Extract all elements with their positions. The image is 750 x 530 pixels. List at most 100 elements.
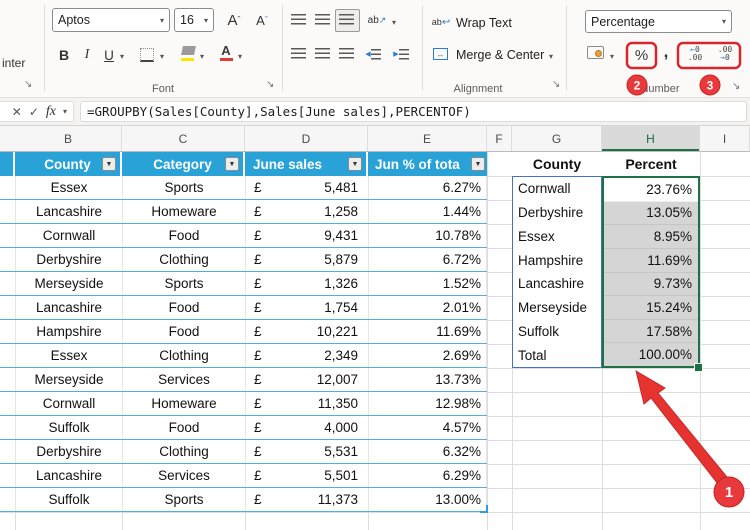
underline-button[interactable]: U [100,44,118,66]
cell-jun-pct[interactable]: 2.69% [368,344,487,367]
summary-county-cell[interactable]: Hampshire [513,248,601,272]
decrease-decimal-button[interactable]: .00→0 [712,46,738,62]
cell-jun-pct[interactable]: 1.44% [368,200,487,223]
cell-jun-pct[interactable]: 12.98% [368,392,487,415]
filter-icon[interactable]: ▼ [348,157,362,171]
clipboard-dialog-launcher-icon[interactable]: ↘ [24,80,32,90]
fill-handle[interactable] [694,363,703,372]
increase-font-size-icon[interactable]: Aˆ [222,9,246,31]
cell-jun-pct[interactable]: 6.32% [368,440,487,463]
summary-percent-cell[interactable]: 23.76% [604,178,698,202]
underline-dropdown-icon[interactable]: ▾ [120,52,124,61]
italic-button[interactable]: I [79,44,95,66]
cell-june-sales[interactable]: £4,000 [245,416,368,439]
cell-sliver[interactable] [0,272,15,295]
merge-center-dropdown-icon[interactable]: ▾ [549,52,553,61]
cell-jun-pct[interactable]: 11.69% [368,320,487,343]
cell-category[interactable]: Clothing [122,344,245,367]
cell-category[interactable]: Food [122,224,245,247]
summary-percent-cell[interactable]: 9.73% [604,273,698,297]
summary-percent-cell[interactable]: 15.24% [604,296,698,320]
cell-county[interactable]: Hampshire [15,320,122,343]
alignment-dialog-launcher-icon[interactable]: ↘ [552,80,560,90]
column-header-F[interactable]: F [487,126,512,151]
align-middle-icon[interactable] [315,14,330,26]
cell-june-sales[interactable]: £5,879 [245,248,368,271]
header-jun-pct[interactable]: Jun % of tota ▼ [368,152,487,176]
cell-jun-pct[interactable]: 2.01% [368,296,487,319]
column-header-C[interactable]: C [122,126,245,151]
cell-sliver[interactable] [0,392,15,415]
borders-icon[interactable] [140,48,154,62]
column-header-B[interactable]: B [15,126,122,151]
cell-category[interactable]: Homeware [122,392,245,415]
cell-sliver[interactable] [0,368,15,391]
cell-june-sales[interactable]: £10,221 [245,320,368,343]
cell-sliver[interactable] [0,200,15,223]
decrease-font-size-icon[interactable]: Aˇ [250,9,274,31]
cell-june-sales[interactable]: £2,349 [245,344,368,367]
table-resize-handle[interactable] [480,505,488,513]
cell-county[interactable]: Essex [15,176,122,199]
column-header-G[interactable]: G [512,126,602,151]
borders-dropdown-icon[interactable]: ▾ [160,52,164,61]
filter-icon[interactable]: ▼ [225,157,239,171]
fill-color-dropdown-icon[interactable]: ▾ [200,52,204,61]
cell-jun-pct[interactable]: 4.57% [368,416,487,439]
cell-june-sales[interactable]: £5,531 [245,440,368,463]
cell-june-sales[interactable]: £5,481 [245,176,368,199]
cell-sliver[interactable] [0,344,15,367]
summary-percent-cell[interactable]: 100.00% [604,343,698,366]
summary-percent-header[interactable]: Percent [602,152,700,176]
cell-category[interactable]: Food [122,416,245,439]
chevron-down-icon[interactable]: ▾ [63,107,67,116]
cell-june-sales[interactable]: £12,007 [245,368,368,391]
font-dialog-launcher-icon[interactable]: ↘ [266,80,274,90]
summary-percent-cell[interactable]: 8.95% [604,225,698,249]
cell-jun-pct[interactable]: 6.29% [368,464,487,487]
cell-county[interactable]: Lancashire [15,464,122,487]
align-right-icon[interactable] [339,48,354,60]
cell-june-sales[interactable]: £1,326 [245,272,368,295]
cell-county[interactable]: Cornwall [15,392,122,415]
cell-sliver[interactable] [0,248,15,271]
summary-county-cell[interactable]: Lancashire [513,272,601,296]
summary-percent-cell[interactable]: 13.05% [604,202,698,226]
enter-icon[interactable]: ✓ [29,105,39,119]
cell-sliver[interactable] [0,464,15,487]
cell-category[interactable]: Clothing [122,440,245,463]
fill-color-icon[interactable] [181,46,196,55]
cell-category[interactable]: Sports [122,488,245,511]
bold-button[interactable]: B [54,44,74,66]
column-header-E[interactable]: E [368,126,487,151]
cell-county[interactable]: Merseyside [15,272,122,295]
filter-icon[interactable]: ▼ [471,157,485,171]
cell-county[interactable]: Suffolk [15,416,122,439]
column-header-I[interactable]: I [700,126,750,151]
cell-county[interactable]: Derbyshire [15,440,122,463]
merge-center-icon[interactable]: ↔ [433,48,448,60]
cell-jun-pct[interactable]: 13.00% [368,488,487,511]
cell-june-sales[interactable]: £9,431 [245,224,368,247]
cell-category[interactable]: Clothing [122,248,245,271]
fx-icon[interactable]: fx [46,104,56,120]
cell-jun-pct[interactable]: 10.78% [368,224,487,247]
percent-style-button[interactable]: % [629,44,654,67]
accounting-format-icon[interactable] [587,46,604,59]
align-center-icon[interactable] [315,48,330,60]
cell-county[interactable]: Derbyshire [15,248,122,271]
comma-style-button[interactable]: , [659,40,673,63]
cell-category[interactable]: Services [122,368,245,391]
align-bottom-icon[interactable] [339,14,354,26]
cell-sliver[interactable] [0,296,15,319]
orientation-icon[interactable]: ab↗ [366,12,388,28]
column-header-H[interactable]: H [602,126,700,151]
summary-county-cell[interactable]: Derbyshire [513,201,601,225]
column-header-D[interactable]: D [245,126,368,151]
cell-sliver[interactable] [0,224,15,247]
number-format-combobox[interactable]: Percentage ▾ [585,10,732,33]
summary-percent-cell[interactable]: 17.58% [604,320,698,344]
cell-category[interactable]: Services [122,464,245,487]
align-top-icon[interactable] [291,14,306,26]
cell-category[interactable]: Sports [122,272,245,295]
